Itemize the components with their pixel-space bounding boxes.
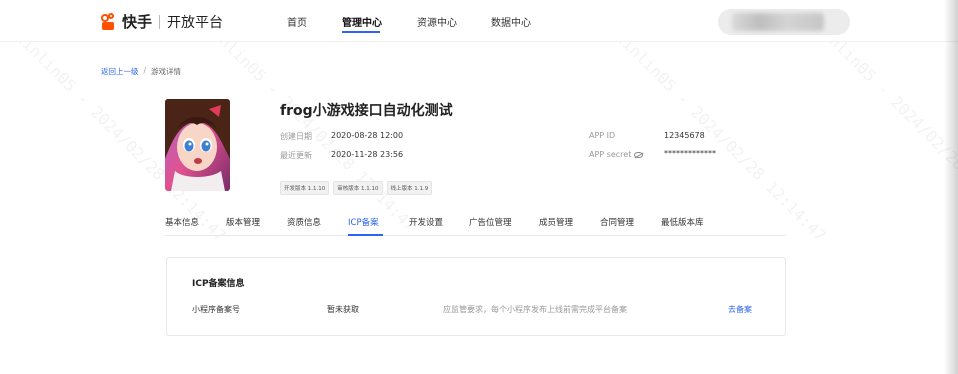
nav-active-indicator [342,31,380,33]
updated-date-value: 2020-11-28 23:56 [331,150,404,159]
app-secret-label: APP secret [589,150,632,159]
online-version-tag: 线上版本 1.1.9 [386,181,433,195]
tab-icp-filing[interactable]: ICP备案 [348,216,379,228]
nav-resource-center[interactable]: 资源中心 [417,14,457,29]
breadcrumb: 返回上一级 / 游戏详情 [101,66,181,77]
tab-qualification[interactable]: 资质信息 [287,216,321,228]
nav-home[interactable]: 首页 [287,14,307,29]
dev-version-tag: 开发版本 1.1.10 [280,181,330,195]
icp-regulation-tip: 应监管要求，每个小程序发布上线前需完成平台备案 [443,305,627,314]
icp-number-label: 小程序备案号 [192,305,240,314]
created-date-label: 创建日期 [280,132,312,141]
game-title: frog小游戏接口自动化测试 [280,103,453,119]
icp-card-title: ICP备案信息 [192,279,245,289]
icp-number-value: 暂未获取 [327,305,359,314]
window-edge-shadow [944,0,958,374]
logo-divider [159,14,161,29]
app-secret-label-group: APP secret [589,150,644,159]
game-icon [165,99,230,191]
product-name: 开放平台 [167,14,224,31]
go-file-button[interactable]: 去备案 [728,304,752,315]
tab-contract-management[interactable]: 合同管理 [600,216,634,228]
tab-member-management[interactable]: 成员管理 [539,216,573,228]
tab-basic-info[interactable]: 基本信息 [165,216,199,228]
created-date-value: 2020-08-28 12:00 [331,131,404,140]
tab-min-version-lib[interactable]: 最低版本库 [661,216,704,228]
breadcrumb-back-link[interactable]: 返回上一级 [101,66,139,77]
eye-hidden-icon[interactable] [634,151,644,158]
app-secret-value: ************* [664,149,716,158]
user-info-redacted [732,13,824,31]
brand-name: 快手 [122,13,153,31]
tab-dev-settings[interactable]: 开发设置 [409,216,443,228]
breadcrumb-current: 游戏详情 [151,67,182,76]
tab-version-management[interactable]: 版本管理 [226,216,260,228]
tab-ad-slot-management[interactable]: 广告位管理 [469,216,512,228]
nav-data-center[interactable]: 数据中心 [491,14,531,29]
breadcrumb-separator: / [143,66,147,75]
nav-management-center[interactable]: 管理中心 [342,14,382,29]
top-navigation: 快手 开放平台 首页 管理中心 资源中心 数据中心 [0,0,958,42]
app-id-label: APP ID [589,131,616,140]
review-version-tag: 审核版本 1.1.10 [333,181,383,195]
kuaishou-logo-icon [100,12,118,31]
platform-logo[interactable]: 快手 开放平台 [100,11,223,32]
icp-info-card: ICP备案信息 小程序备案号 暂未获取 应监管要求，每个小程序发布上线前需完成平… [166,257,786,336]
watermark-text: xulinlin05 - 2024/02/28 12:14:47 [598,13,830,246]
updated-date-label: 最近更新 [280,151,312,160]
app-id-value: 12345678 [664,131,705,140]
tab-active-indicator [348,234,383,236]
user-account-menu[interactable] [718,9,850,35]
version-tags: 开发版本 1.1.10 审核版本 1.1.10 线上版本 1.1.9 [280,181,433,195]
detail-tabs: 基本信息 版本管理 资质信息 ICP备案 开发设置 广告位管理 成员管理 合同管… [165,214,786,236]
